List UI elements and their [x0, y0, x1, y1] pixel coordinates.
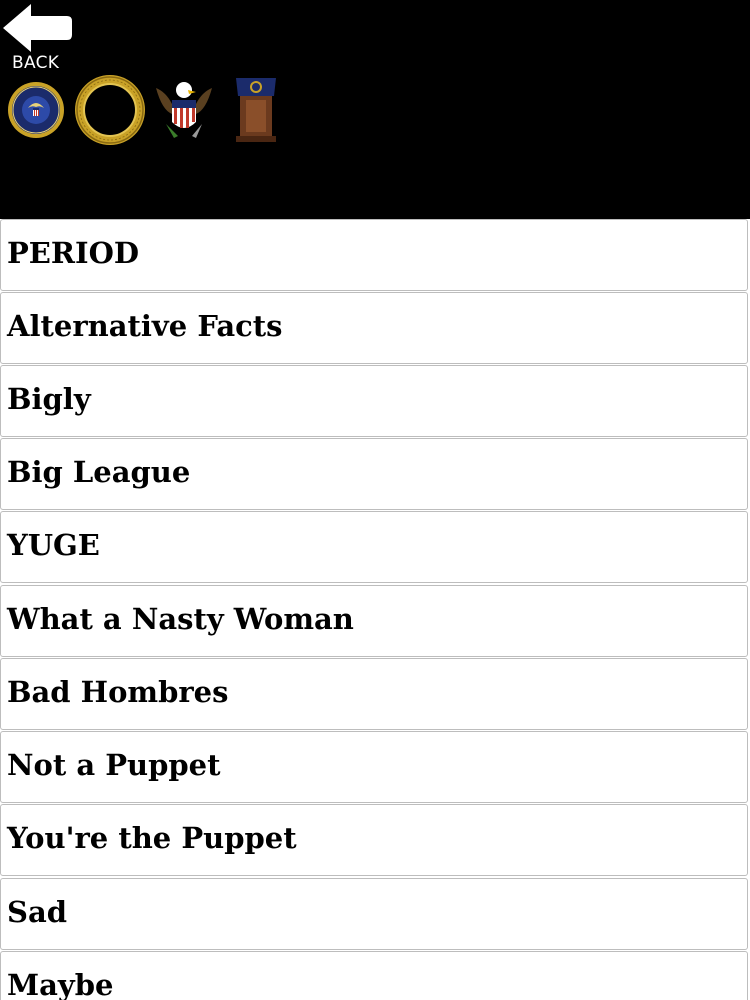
phrase-label: Sad: [7, 895, 68, 929]
gold-ring-seal-icon[interactable]: [73, 74, 147, 146]
phrase-item[interactable]: Alternative Facts: [0, 292, 748, 364]
phrase-label: Maybe: [7, 968, 114, 1000]
phrase-item[interactable]: Maybe: [0, 951, 748, 1000]
phrase-label: What a Nasty Woman: [7, 602, 354, 636]
phrase-label: Big League: [7, 455, 191, 489]
phrase-list: PERIOD Alternative Facts Bigly Big Leagu…: [0, 219, 750, 1000]
phrase-item[interactable]: Sad: [0, 878, 748, 950]
phrase-item[interactable]: Big League: [0, 438, 748, 510]
phrase-label: Not a Puppet: [7, 748, 221, 782]
phrase-item[interactable]: You're the Puppet: [0, 804, 748, 876]
phrase-label: Bad Hombres: [7, 675, 229, 709]
presidential-seal-icon[interactable]: [6, 74, 66, 146]
back-button[interactable]: BACK: [0, 0, 76, 76]
phrase-label: YUGE: [7, 528, 100, 562]
eagle-shield-icon[interactable]: [152, 74, 216, 146]
phrase-label: Alternative Facts: [7, 309, 283, 343]
phrase-item[interactable]: Not a Puppet: [0, 731, 748, 803]
podium-icon[interactable]: [234, 74, 278, 146]
back-arrow-icon: [3, 4, 72, 52]
phrase-label: PERIOD: [7, 236, 139, 270]
phrase-item[interactable]: YUGE: [0, 511, 748, 583]
phrase-item[interactable]: PERIOD: [0, 219, 748, 291]
phrase-item[interactable]: Bigly: [0, 365, 748, 437]
phrase-item[interactable]: What a Nasty Woman: [0, 585, 748, 657]
phrase-label: You're the Puppet: [7, 821, 297, 855]
phrase-label: Bigly: [7, 382, 91, 416]
phrase-item[interactable]: Bad Hombres: [0, 658, 748, 730]
header-bar: BACK: [0, 0, 750, 219]
back-label: BACK: [12, 53, 60, 73]
icon-toolbar: [0, 74, 300, 146]
